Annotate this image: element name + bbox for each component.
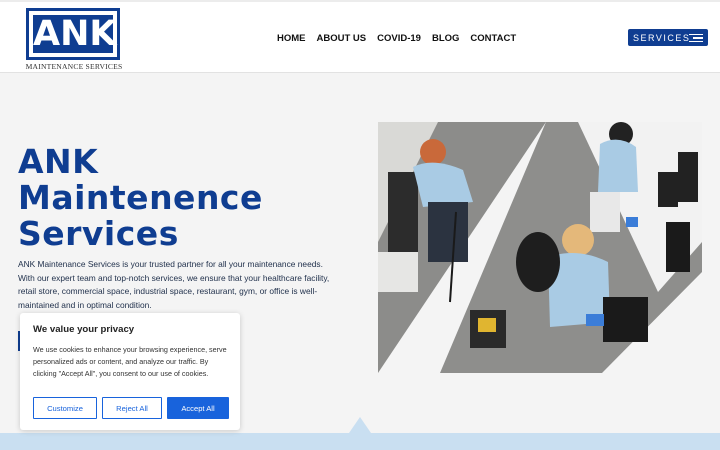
cookie-actions: Customize Reject All Accept All [33, 397, 229, 419]
reject-all-button[interactable]: Reject All [102, 397, 162, 419]
logo-frame: ANK [26, 8, 120, 60]
services-label: SERVICES [633, 32, 691, 43]
nav-blog[interactable]: BLOG [432, 33, 459, 47]
cookie-text: We use cookies to enhance your browsing … [33, 345, 227, 378]
hero-title-line: ANK [18, 142, 99, 181]
cleaning-staff-photo [378, 122, 702, 373]
hero-title: ANK Maintenence Services [18, 144, 263, 252]
logo-text: ANK [33, 14, 117, 54]
hamburger-icon [689, 33, 703, 42]
main-nav: HOME ABOUT US COVID-19 BLOG CONTACT [277, 33, 527, 47]
hero-title-line: Services [18, 214, 179, 253]
hero-title-line: Maintenence [18, 178, 263, 217]
scroll-indicator-triangle [349, 417, 371, 433]
site-logo[interactable]: ANK MAINTENANCE SERVICES [24, 8, 124, 72]
nav-covid-19[interactable]: COVID-19 [377, 33, 421, 47]
cookie-consent-banner: We value your privacy We use cookies to … [20, 313, 240, 430]
accept-all-button[interactable]: Accept All [167, 397, 229, 419]
nav-about-us[interactable]: ABOUT US [317, 33, 367, 47]
customize-button[interactable]: Customize [33, 397, 97, 419]
site-header: ANK MAINTENANCE SERVICES HOME ABOUT US C… [0, 0, 720, 73]
cookie-title: We value your privacy [33, 324, 135, 335]
section-divider-band [0, 433, 720, 450]
nav-home[interactable]: HOME [277, 33, 306, 47]
services-menu-button[interactable]: SERVICES [628, 29, 708, 46]
hero-photo [378, 122, 702, 373]
logo-subtitle: MAINTENANCE SERVICES [25, 62, 123, 71]
hero-description: ANK Maintenance Services is your trusted… [18, 259, 330, 310]
nav-contact[interactable]: CONTACT [470, 33, 516, 47]
